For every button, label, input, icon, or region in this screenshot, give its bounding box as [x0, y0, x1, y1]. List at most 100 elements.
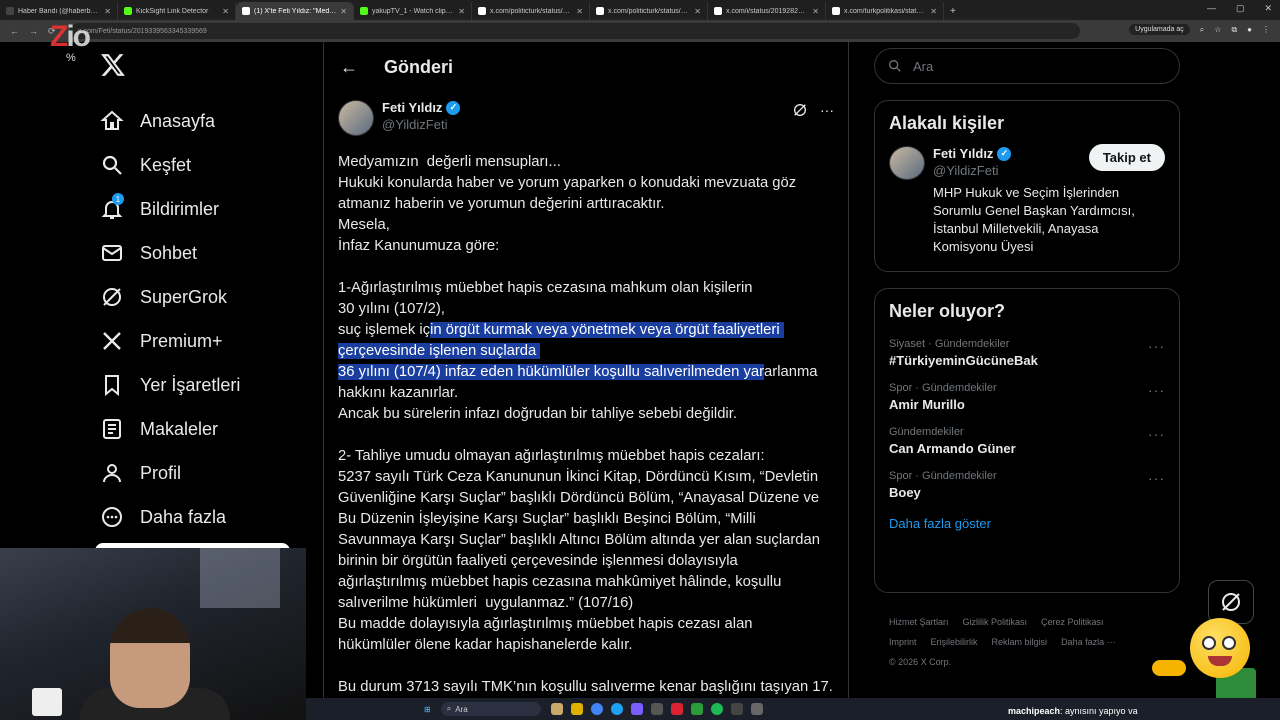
- sidebar-item-makaleler[interactable]: Makaleler: [100, 407, 310, 451]
- footer-link[interactable]: Gizlilik Politikası: [963, 617, 1028, 627]
- sidebar-item-label: Keşfet: [140, 154, 192, 175]
- sidebar-item-yer-i-şaretleri[interactable]: Yer İşaretleri: [100, 363, 310, 407]
- trend-item[interactable]: Spor · Gündemdekiler Amir Murillo ···: [875, 374, 1179, 418]
- tweet-line: atmanız haberin ve yorumun değerini artt…: [338, 194, 834, 215]
- follow-button[interactable]: Takip et: [1088, 144, 1165, 171]
- browser-tab[interactable]: x.com/turkpolitikasi/status/124... ✕: [826, 2, 944, 20]
- extensions-icon[interactable]: ⧉: [1231, 25, 1237, 35]
- browser-tab[interactable]: yakupTV_1 - Watch clips on Ki... ✕: [354, 2, 472, 20]
- chrome-icon[interactable]: [590, 703, 603, 715]
- grok-icon: [1222, 593, 1240, 611]
- search-input[interactable]: Ara: [913, 59, 933, 74]
- close-window-icon[interactable]: ✕: [1264, 3, 1272, 14]
- trend-meta: Siyaset · Gündemdekiler: [889, 338, 1010, 350]
- app-icon[interactable]: [670, 703, 683, 715]
- search-box[interactable]: Ara: [874, 48, 1180, 84]
- windows-start-icon[interactable]: ⊞: [424, 705, 431, 714]
- browser-tab[interactable]: Haber Bandı (@haberbandicom) ✕: [0, 2, 118, 20]
- browser-tab[interactable]: x.com/i/status/2019282412522... ✕: [708, 2, 826, 20]
- profile-icon[interactable]: ●: [1247, 25, 1252, 34]
- sidebar-item-keşfet[interactable]: Keşfet: [100, 143, 310, 187]
- tab-close-icon[interactable]: ✕: [812, 7, 819, 16]
- tab-close-icon[interactable]: ✕: [694, 7, 701, 16]
- edge-icon[interactable]: [610, 703, 623, 715]
- back-arrow-icon[interactable]: ←: [340, 57, 360, 78]
- tab-title: Haber Bandı (@haberbandicom): [18, 7, 100, 15]
- zoom-icon[interactable]: ⌕: [1200, 25, 1204, 35]
- footer-link[interactable]: Daha fazla ···: [1061, 637, 1116, 647]
- app-icon[interactable]: [730, 703, 743, 715]
- trend-item[interactable]: Gündemdekiler Can Armando Güner ···: [875, 418, 1179, 462]
- sidebar-item-daha-fazla[interactable]: Daha fazla: [100, 495, 310, 539]
- related-person[interactable]: Feti Yıldız ✓ @YildizFeti MHP Hukuk ve S…: [875, 142, 1179, 268]
- avatar[interactable]: [889, 146, 925, 180]
- tweet-text-segment: Medyamızın değerli mensupları...: [338, 154, 561, 170]
- tab-close-icon[interactable]: ✕: [340, 7, 347, 16]
- author-name-row[interactable]: Feti Yıldız ✓: [382, 100, 461, 115]
- footer-link[interactable]: Hizmet Şartları: [889, 617, 949, 627]
- app-icon[interactable]: [690, 703, 703, 715]
- browser-tab[interactable]: x.com/politicturk/status/20193... ✕: [590, 2, 708, 20]
- spotify-icon[interactable]: [710, 703, 723, 715]
- app-icon[interactable]: [650, 703, 663, 715]
- sidebar-item-sohbet[interactable]: Sohbet: [100, 231, 310, 275]
- more-options-icon[interactable]: ···: [1148, 382, 1165, 398]
- tab-close-icon[interactable]: ✕: [930, 7, 937, 16]
- taskbar-search[interactable]: ⌕ Ara: [440, 702, 541, 716]
- sidebar-item-supergrok[interactable]: SuperGrok: [100, 275, 310, 319]
- url-field[interactable]: x.com/Feti/status/2019339563345339569: [70, 23, 1080, 39]
- app-icon[interactable]: [750, 703, 763, 715]
- streamer-logo: Zio: [50, 20, 91, 53]
- app-icon[interactable]: [630, 703, 643, 715]
- footer-link[interactable]: Reklam bilgisi: [992, 637, 1048, 647]
- back-nav-icon[interactable]: ←: [10, 26, 19, 37]
- author-handle[interactable]: @YildizFeti: [382, 117, 460, 132]
- trend-item[interactable]: Spor · Gündemdekiler Boey ···: [875, 462, 1179, 506]
- tab-close-icon[interactable]: ✕: [222, 7, 229, 16]
- tweet-text-segment: hükümlüler ölene kadar hapishanelerde ka…: [338, 637, 633, 653]
- forward-nav-icon[interactable]: →: [29, 26, 38, 37]
- more-options-icon[interactable]: ···: [820, 102, 834, 118]
- footer-link[interactable]: Imprint: [889, 637, 917, 647]
- avatar[interactable]: [338, 100, 374, 136]
- more-options-icon[interactable]: ···: [1148, 470, 1165, 486]
- related-people-panel: Alakalı kişiler Feti Yıldız ✓ @YildizFet…: [874, 100, 1180, 272]
- trends-title: Neler oluyor?: [889, 301, 1006, 321]
- trend-item[interactable]: Siyaset · Gündemdekiler #TürkiyeminGücüne…: [875, 330, 1179, 374]
- new-tab-icon[interactable]: +: [944, 2, 962, 20]
- more-options-icon[interactable]: ···: [1148, 338, 1165, 354]
- app-icon[interactable]: [550, 703, 563, 715]
- menu-icon[interactable]: ⋮: [1262, 25, 1270, 34]
- tweet-line: birinin bir örgütün faaliyeti çerçevesin…: [338, 551, 834, 572]
- sidebar-item-anasayfa[interactable]: Anasayfa: [100, 99, 310, 143]
- show-more-link[interactable]: Daha fazla göster: [875, 506, 1179, 545]
- emoji-sticker-icon: [1190, 618, 1250, 678]
- tab-close-icon[interactable]: ✕: [576, 7, 583, 16]
- more-options-icon[interactable]: ···: [1148, 426, 1165, 442]
- bookmark-star-icon[interactable]: ☆: [1214, 25, 1221, 34]
- app-icon[interactable]: [570, 703, 583, 715]
- tweet-text-segment: arlanma: [764, 364, 818, 380]
- browser-tab[interactable]: (1) X'te Feti Yıldız: "Medyamızın...✕: [236, 2, 354, 20]
- tweet-text-segment: ağırlaştırılmış müebbet hapis cezasına m…: [338, 574, 782, 590]
- maximize-icon[interactable]: ▢: [1236, 3, 1245, 14]
- minimize-icon[interactable]: —: [1207, 3, 1216, 14]
- browser-tab[interactable]: x.com/politicturk/status/20193... ✕: [472, 2, 590, 20]
- tweet-text-segment: atmanız haberin ve yorumun değerini artt…: [338, 196, 665, 212]
- tab-close-icon[interactable]: ✕: [458, 7, 465, 16]
- browser-tab[interactable]: KickSight Link Detector ✕: [118, 2, 236, 20]
- x-logo-icon[interactable]: [100, 52, 126, 78]
- tab-close-icon[interactable]: ✕: [104, 7, 111, 16]
- tab-favicon-icon: [596, 7, 604, 15]
- grok-icon[interactable]: [792, 102, 808, 118]
- stream-chat-message: machipeach: aynısını yapıyo va: [1008, 706, 1138, 716]
- open-in-app-button[interactable]: Uygulamada aç: [1129, 24, 1190, 35]
- left-navigation: Anasayfa Keşfet 1 Bildirimler Sohbet SuperGro…: [100, 52, 310, 539]
- footer-link[interactable]: Çerez Politikası: [1041, 617, 1104, 627]
- tweet-text-segment: Mesela,: [338, 217, 390, 233]
- sidebar-item-premium-[interactable]: Premium+: [100, 319, 310, 363]
- footer-link[interactable]: Erişilebilirlik: [931, 637, 978, 647]
- sidebar-item-profil[interactable]: Profil: [100, 451, 310, 495]
- tweet-line: Mesela,: [338, 215, 834, 236]
- sidebar-item-bildirimler[interactable]: 1 Bildirimler: [100, 187, 310, 231]
